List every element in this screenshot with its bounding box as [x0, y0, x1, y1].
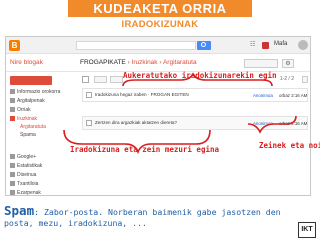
slide-title: KUDEAKETA ORRIA — [68, 0, 252, 17]
gear-icon[interactable]: ⚙ — [282, 59, 294, 68]
annotation-selected-action: Aukeratutako iradokizunarekin egin — [123, 71, 277, 80]
comment-time: orbaz 2:16 AM — [279, 93, 308, 98]
caption-keyword: Spam — [4, 203, 35, 218]
sidebar: Informazio orokorra Argitalpenak Orriak … — [6, 73, 76, 195]
overview-icon — [10, 88, 15, 94]
new-post-button[interactable] — [10, 76, 52, 85]
sidebar-item-settings[interactable]: Ezarpenak — [10, 189, 41, 195]
google-topbar: B ☷ Mafa — [6, 37, 310, 54]
blog-header: Nire blogak FROGAPIKATE › Iruzkinak › Ar… — [6, 55, 310, 72]
row-checkbox[interactable] — [86, 120, 92, 126]
my-blogs-link[interactable]: Nire blogak — [10, 59, 43, 66]
breadcrumb: FROGAPIKATE › Iruzkinak › Argitaratuta — [80, 59, 197, 66]
blogger-logo-icon[interactable]: B — [9, 40, 20, 51]
google-plus-icon — [10, 153, 15, 159]
table-row[interactable]: Iradokizuna hegaz iraben · FROGAN EGITEN… — [82, 88, 308, 102]
search-icon — [201, 42, 206, 47]
annotation-who-when: Zeinek eta noiz — [259, 141, 320, 150]
posts-icon — [10, 97, 15, 103]
caption-text: : Zabor-posta. Norberan baimenik gabe ja… — [4, 207, 281, 228]
pager-count: 1-2 / 2 — [279, 76, 294, 82]
blog-name[interactable]: FROGAPIKATE — [80, 59, 126, 66]
user-name[interactable]: Mafa — [274, 41, 287, 47]
sidebar-item-template[interactable]: Txantiloia — [10, 180, 38, 189]
spam-button[interactable] — [110, 76, 123, 83]
blogger-screenshot: B ☷ Mafa Nire blogak FROGAPIKATE › Iruzk… — [5, 36, 311, 196]
annotation-comment-target: Iradokizuna eta zein mezuri egina — [70, 145, 220, 154]
sidebar-item-layout[interactable]: Diseinua — [10, 171, 36, 180]
template-icon — [10, 180, 15, 186]
remove-button[interactable] — [94, 76, 107, 83]
search-input[interactable] — [76, 41, 196, 50]
sidebar-item-posts[interactable]: Argitalpenak — [10, 97, 45, 106]
comment-text: Iradokizuna hegaz iraben · FROGAN EGITEN — [95, 92, 189, 97]
comment-time: orbaz 2:16 AM — [279, 121, 308, 126]
notifications-icon[interactable] — [262, 42, 269, 49]
comment-author[interactable]: Anonimoa — [253, 121, 273, 126]
comments-icon — [10, 115, 15, 121]
comment-author[interactable]: Anonimoa — [253, 93, 273, 98]
next-page-button[interactable] — [302, 76, 308, 83]
ikt-logo: IKT — [298, 222, 316, 238]
stats-icon — [10, 162, 15, 168]
slide-caption: Spam: Zabor-posta. Norberan baimenik gab… — [4, 203, 294, 229]
sidebar-item-google-plus[interactable]: Google+ — [10, 153, 36, 162]
pages-icon — [10, 106, 15, 112]
table-row[interactable]: Zertzen dira argazkiak aktatzen diereta?… — [82, 116, 308, 130]
layout-icon — [10, 171, 15, 177]
sidebar-item-overview[interactable]: Informazio orokorra — [10, 88, 60, 97]
sidebar-item-stats[interactable]: Estatistikak — [10, 162, 42, 171]
sidebar-item-spam[interactable]: Spama — [20, 131, 36, 140]
row-checkbox[interactable] — [86, 92, 92, 98]
apps-grid-icon[interactable]: ☷ — [250, 42, 258, 49]
breadcrumb-path[interactable]: › Iruzkinak › Argitaratuta — [128, 59, 197, 66]
avatar[interactable] — [298, 40, 308, 50]
sidebar-item-pages[interactable]: Orriak — [10, 106, 31, 115]
settings-icon — [10, 189, 15, 195]
slide-subtitle: IRADOKIZUNAK — [121, 19, 199, 30]
search-button[interactable] — [197, 41, 211, 50]
comment-text: Zertzen dira argazkiak aktatzen diereta? — [95, 120, 177, 125]
select-all-checkbox[interactable] — [82, 76, 89, 83]
view-blog-button[interactable] — [244, 59, 278, 68]
